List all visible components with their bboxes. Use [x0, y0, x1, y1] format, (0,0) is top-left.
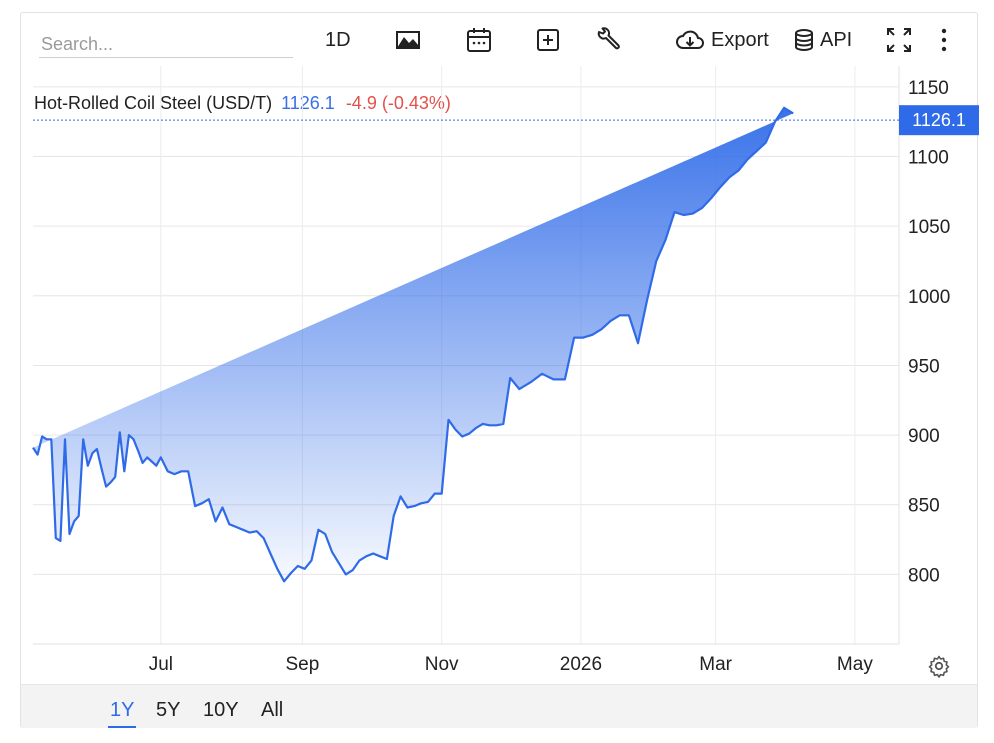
axis-settings-button[interactable] — [928, 655, 950, 678]
range-all[interactable]: All — [259, 695, 285, 726]
x-axis: Jul Sep Nov 2026 Mar May — [149, 654, 874, 675]
x-tick-label: Jul — [149, 654, 173, 675]
x-tick-label: Nov — [425, 654, 459, 675]
chart-area[interactable]: 800 850 900 950 1000 1050 1100 1150 Jul Sep Nov 20… — [0, 0, 994, 738]
gear-icon[interactable] — [928, 655, 950, 678]
range-10y[interactable]: 10Y — [201, 695, 241, 726]
range-1y[interactable]: 1Y — [108, 695, 137, 728]
x-tick-label: Mar — [699, 654, 732, 675]
y-tick-label: 950 — [908, 356, 940, 377]
series-area-fill — [33, 107, 794, 582]
x-tick-label: Sep — [285, 654, 319, 675]
y-tick-label: 1050 — [908, 217, 950, 238]
price-chart[interactable]: 800 850 900 950 1000 1050 1100 1150 Jul Sep Nov 20… — [0, 0, 994, 738]
y-tick-label: 1100 — [908, 148, 949, 169]
y-tick-label: 850 — [908, 496, 940, 517]
y-tick-label: 800 — [908, 565, 940, 586]
price-tag-label: 1126.1 — [912, 110, 966, 130]
y-tick-label: 1150 — [908, 78, 949, 99]
range-5y[interactable]: 5Y — [154, 695, 182, 726]
x-tick-label: May — [837, 654, 873, 675]
range-selector-bar: 1Y 5Y 10Y All — [21, 684, 977, 728]
price-tag: 1126.1 — [899, 105, 979, 136]
y-tick-label: 900 — [908, 426, 940, 447]
x-tick-label: 2026 — [560, 654, 602, 675]
y-axis: 800 850 900 950 1000 1050 1100 1150 — [908, 78, 950, 586]
y-tick-label: 1000 — [908, 287, 950, 308]
